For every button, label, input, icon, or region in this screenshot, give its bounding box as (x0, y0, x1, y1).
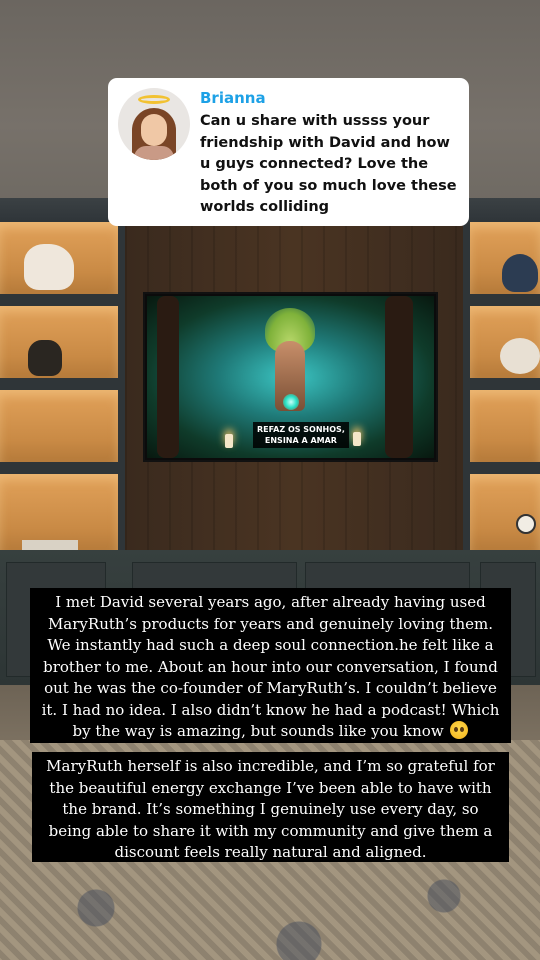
vase (502, 254, 538, 292)
pleading-face-icon (450, 721, 469, 739)
glowing-orb (283, 394, 299, 410)
tv-subtitle: REFAZ OS SONHOS, ENSINA A AMAR (253, 422, 349, 448)
caption-text: I met David several years ago, after alr… (41, 593, 500, 740)
clock (516, 514, 536, 534)
shelf-bay (470, 474, 540, 552)
avatar-shirt (134, 146, 174, 160)
pitcher (28, 340, 62, 376)
tv-subtitle-line: REFAZ OS SONHOS, (257, 425, 345, 434)
coral-sculpture (24, 244, 74, 290)
avatar-face (141, 114, 167, 146)
candle (353, 432, 361, 446)
halo-icon (138, 95, 170, 104)
decorative-plate (500, 338, 540, 374)
question-text: Can u share with ussss your friendship w… (200, 113, 457, 215)
candle (225, 434, 233, 448)
caption-block: MaryRuth herself is also incredible, and… (32, 752, 509, 862)
tv-subtitle-line: ENSINA A AMAR (264, 436, 337, 445)
tree (157, 296, 179, 458)
tree (385, 296, 413, 458)
shelf-bay (0, 390, 118, 462)
question-author: Brianna (200, 89, 266, 107)
caption-block: I met David several years ago, after alr… (30, 588, 511, 743)
avatar (118, 88, 190, 160)
tv-screen: REFAZ OS SONHOS, ENSINA A AMAR (147, 296, 434, 458)
caption-text: MaryRuth herself is also incredible, and… (46, 757, 495, 861)
question-sticker[interactable]: Brianna Can u share with ussss your frie… (108, 78, 469, 226)
shelf-bay (470, 390, 540, 462)
